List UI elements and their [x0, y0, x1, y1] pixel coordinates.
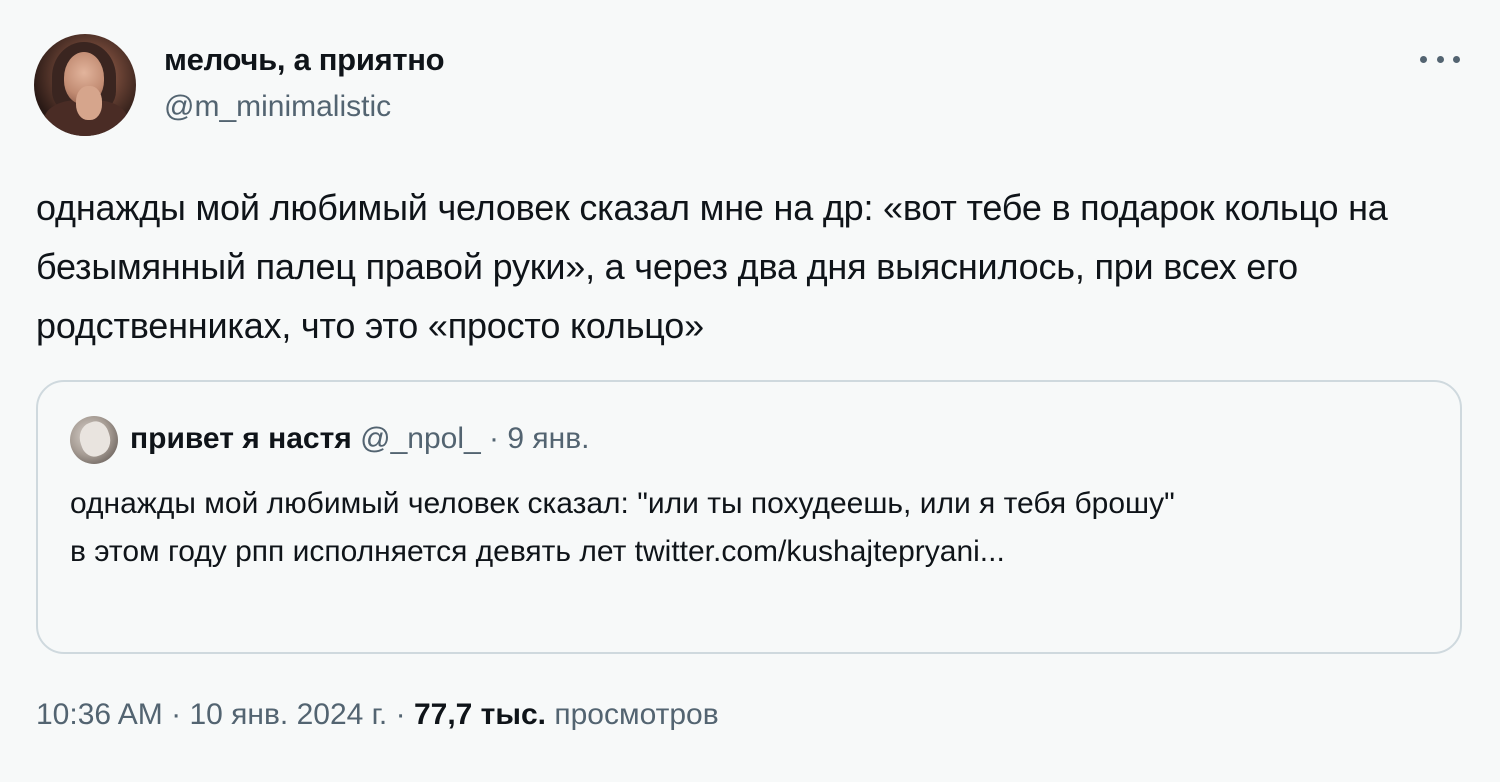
quoted-tweet-text: однажды мой любимый человек сказал: "или…	[70, 487, 1175, 568]
tweet-date[interactable]: 10 янв. 2024 г.	[189, 698, 387, 731]
views-label: просмотров	[554, 698, 719, 731]
more-horizontal-icon[interactable]	[1420, 44, 1460, 74]
meta-separator: ·	[395, 698, 406, 731]
tweet-meta: 10:36 AM · 10 янв. 2024 г. · 77,7 тыс. п…	[36, 698, 719, 732]
quoted-tweet-date: 9 янв.	[507, 422, 590, 455]
meta-separator: ·	[171, 698, 182, 731]
quoted-tweet-header: привет я настя @_npol_ · 9 янв.	[130, 422, 589, 456]
quoted-author-avatar	[70, 416, 118, 464]
author-avatar[interactable]	[34, 34, 136, 136]
quoted-author-display-name: привет я настя	[130, 422, 352, 455]
author-display-name[interactable]: мелочь, а приятно	[164, 42, 445, 78]
quoted-separator: ·	[489, 422, 500, 455]
tweet-text: однажды мой любимый человек сказал мне н…	[36, 187, 1398, 346]
tweet-time[interactable]: 10:36 AM	[36, 698, 163, 731]
views-count[interactable]: 77,7 тыс.	[414, 698, 546, 731]
quoted-author-handle: @_npol_	[360, 422, 481, 455]
tweet: мелочь, а приятно @m_minimalistic однажд…	[0, 0, 1500, 782]
quoted-tweet-card[interactable]: привет я настя @_npol_ · 9 янв. однажды …	[36, 380, 1462, 654]
author-handle[interactable]: @m_minimalistic	[164, 90, 391, 124]
